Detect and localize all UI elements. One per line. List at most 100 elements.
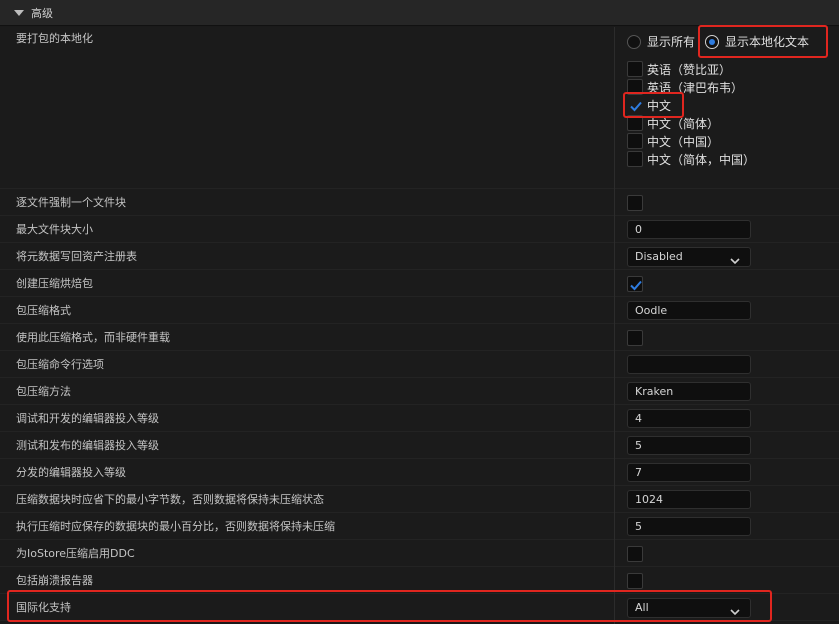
section-header-advanced[interactable]: 高级 (0, 0, 839, 26)
setting-text-field[interactable]: 1024 (627, 490, 751, 509)
language-label: 中文 (647, 98, 672, 113)
setting-checkbox[interactable] (627, 194, 643, 211)
setting-row: 压缩数据块时应省下的最小字节数，否则数据将保持未压缩状态 1024 (0, 486, 839, 513)
setting-label: 将元数据写回资产注册表 (16, 250, 137, 263)
setting-value: 7 (627, 459, 751, 486)
setting-row: 最大文件块大小 0 (0, 216, 839, 243)
chevron-down-icon (730, 253, 740, 271)
setting-dropdown[interactable]: All (627, 597, 751, 618)
setting-checkbox[interactable] (627, 545, 643, 562)
dropdown-value: All (635, 600, 649, 614)
setting-value: Disabled (627, 243, 751, 270)
language-checkbox[interactable] (627, 133, 643, 149)
setting-row: 国际化支持 All (0, 594, 839, 621)
localizations-to-package-row: 要打包的本地化 显示所有 显示本地化文本 英语（赞比亚） 英语（津巴布韦） 中文 (0, 27, 839, 195)
checkmark-icon (630, 280, 642, 290)
radio-show-localized[interactable]: 显示本地化文本 (705, 33, 809, 50)
setting-row: 包压缩格式 Oodle (0, 297, 839, 324)
setting-label: 为IoStore压缩启用DDC (16, 547, 135, 560)
language-label: 中文（简体，中国） (647, 152, 756, 167)
setting-value: 1024 (627, 486, 751, 513)
setting-value: 4 (627, 405, 751, 432)
radio-show-all[interactable]: 显示所有 (627, 33, 695, 50)
setting-label: 包括崩溃报告器 (16, 574, 93, 587)
column-divider[interactable] (614, 27, 615, 624)
language-item[interactable]: 中文（简体，中国） (627, 150, 839, 168)
setting-row: 使用此压缩格式，而非硬件重载 (0, 324, 839, 351)
setting-row: 将元数据写回资产注册表 Disabled (0, 243, 839, 270)
setting-dropdown[interactable]: Disabled (627, 246, 751, 267)
setting-checkbox[interactable] (627, 275, 643, 292)
checkmark-icon (630, 101, 642, 112)
setting-label: 包压缩命令行选项 (16, 358, 104, 371)
setting-label: 压缩数据块时应省下的最小字节数，否则数据将保持未压缩状态 (16, 493, 324, 506)
setting-label: 执行压缩时应保存的数据块的最小百分比，否则数据将保持未压缩 (16, 520, 335, 533)
setting-text-field[interactable]: Oodle (627, 301, 751, 320)
setting-value: 5 (627, 513, 751, 540)
setting-row: 分发的编辑器投入等级 7 (0, 459, 839, 486)
setting-text-field[interactable]: Kraken (627, 382, 751, 401)
dropdown-value: Disabled (635, 249, 683, 263)
setting-label: 逐文件强制一个文件块 (16, 196, 126, 209)
setting-value: 5 (627, 432, 751, 459)
language-item[interactable]: 英语（赞比亚） (627, 60, 839, 78)
setting-text-field[interactable]: 5 (627, 517, 751, 536)
setting-label: 测试和发布的编辑器投入等级 (16, 439, 159, 452)
language-item[interactable]: 中文（中国） (627, 132, 839, 150)
setting-text-field[interactable]: 4 (627, 409, 751, 428)
language-item[interactable]: 中文（简体） (627, 114, 839, 132)
radio-show-all-circle[interactable] (627, 34, 641, 49)
radio-show-localized-label: 显示本地化文本 (725, 35, 810, 49)
language-item[interactable]: 中文 (627, 96, 839, 114)
setting-label: 使用此压缩格式，而非硬件重载 (16, 331, 170, 344)
language-label: 中文（简体） (647, 116, 720, 131)
setting-text-field[interactable] (627, 355, 751, 374)
setting-label: 创建压缩烘焙包 (16, 277, 93, 290)
setting-text-field[interactable]: 5 (627, 436, 751, 455)
setting-value (627, 189, 643, 216)
language-checkbox[interactable] (627, 151, 643, 167)
setting-row: 执行压缩时应保存的数据块的最小百分比，否则数据将保持未压缩 5 (0, 513, 839, 540)
collapse-triangle-icon[interactable] (14, 9, 24, 16)
localizations-label: 要打包的本地化 (16, 32, 93, 45)
setting-label: 包压缩格式 (16, 304, 71, 317)
setting-row: 包压缩方法 Kraken (0, 378, 839, 405)
setting-value (627, 324, 643, 351)
setting-row: 为IoStore压缩启用DDC (0, 540, 839, 567)
setting-value: Oodle (627, 297, 751, 324)
setting-label: 最大文件块大小 (16, 223, 93, 236)
language-checkbox[interactable] (627, 61, 643, 77)
setting-label: 国际化支持 (16, 601, 71, 614)
setting-value: All (627, 594, 751, 621)
setting-checkbox[interactable] (627, 329, 643, 346)
language-list[interactable]: 英语（赞比亚） 英语（津巴布韦） 中文 中文（简体） 中文（中国） 中文（简体，… (627, 60, 839, 186)
localization-filter-radio-group: 显示所有 显示本地化文本 (627, 33, 819, 50)
language-label: 中文（中国） (647, 134, 720, 149)
language-checkbox[interactable] (627, 115, 643, 131)
setting-text-field[interactable]: 0 (627, 220, 751, 239)
setting-row: 调试和开发的编辑器投入等级 4 (0, 405, 839, 432)
setting-text-field[interactable]: 7 (627, 463, 751, 482)
language-checkbox[interactable] (627, 79, 643, 95)
language-label: 英语（赞比亚） (647, 62, 732, 77)
chevron-down-icon (730, 604, 740, 622)
setting-checkbox[interactable] (627, 572, 643, 589)
setting-value (627, 567, 643, 594)
setting-row: 包括崩溃报告器 (0, 567, 839, 594)
setting-label: 调试和开发的编辑器投入等级 (16, 412, 159, 425)
setting-row: 创建压缩烘焙包 (0, 270, 839, 297)
setting-row: 包压缩命令行选项 (0, 351, 839, 378)
language-label: 英语（津巴布韦） (647, 80, 744, 95)
setting-row: 逐文件强制一个文件块 (0, 189, 839, 216)
setting-value: Kraken (627, 378, 751, 405)
setting-row: 测试和发布的编辑器投入等级 5 (0, 432, 839, 459)
setting-label: 包压缩方法 (16, 385, 71, 398)
radio-show-localized-circle[interactable] (705, 34, 720, 49)
language-checkbox[interactable] (627, 97, 643, 113)
setting-value (627, 270, 643, 297)
setting-label: 分发的编辑器投入等级 (16, 466, 126, 479)
setting-value (627, 351, 751, 378)
section-title: 高级 (31, 6, 53, 20)
language-item[interactable]: 英语（津巴布韦） (627, 78, 839, 96)
setting-value: 0 (627, 216, 751, 243)
